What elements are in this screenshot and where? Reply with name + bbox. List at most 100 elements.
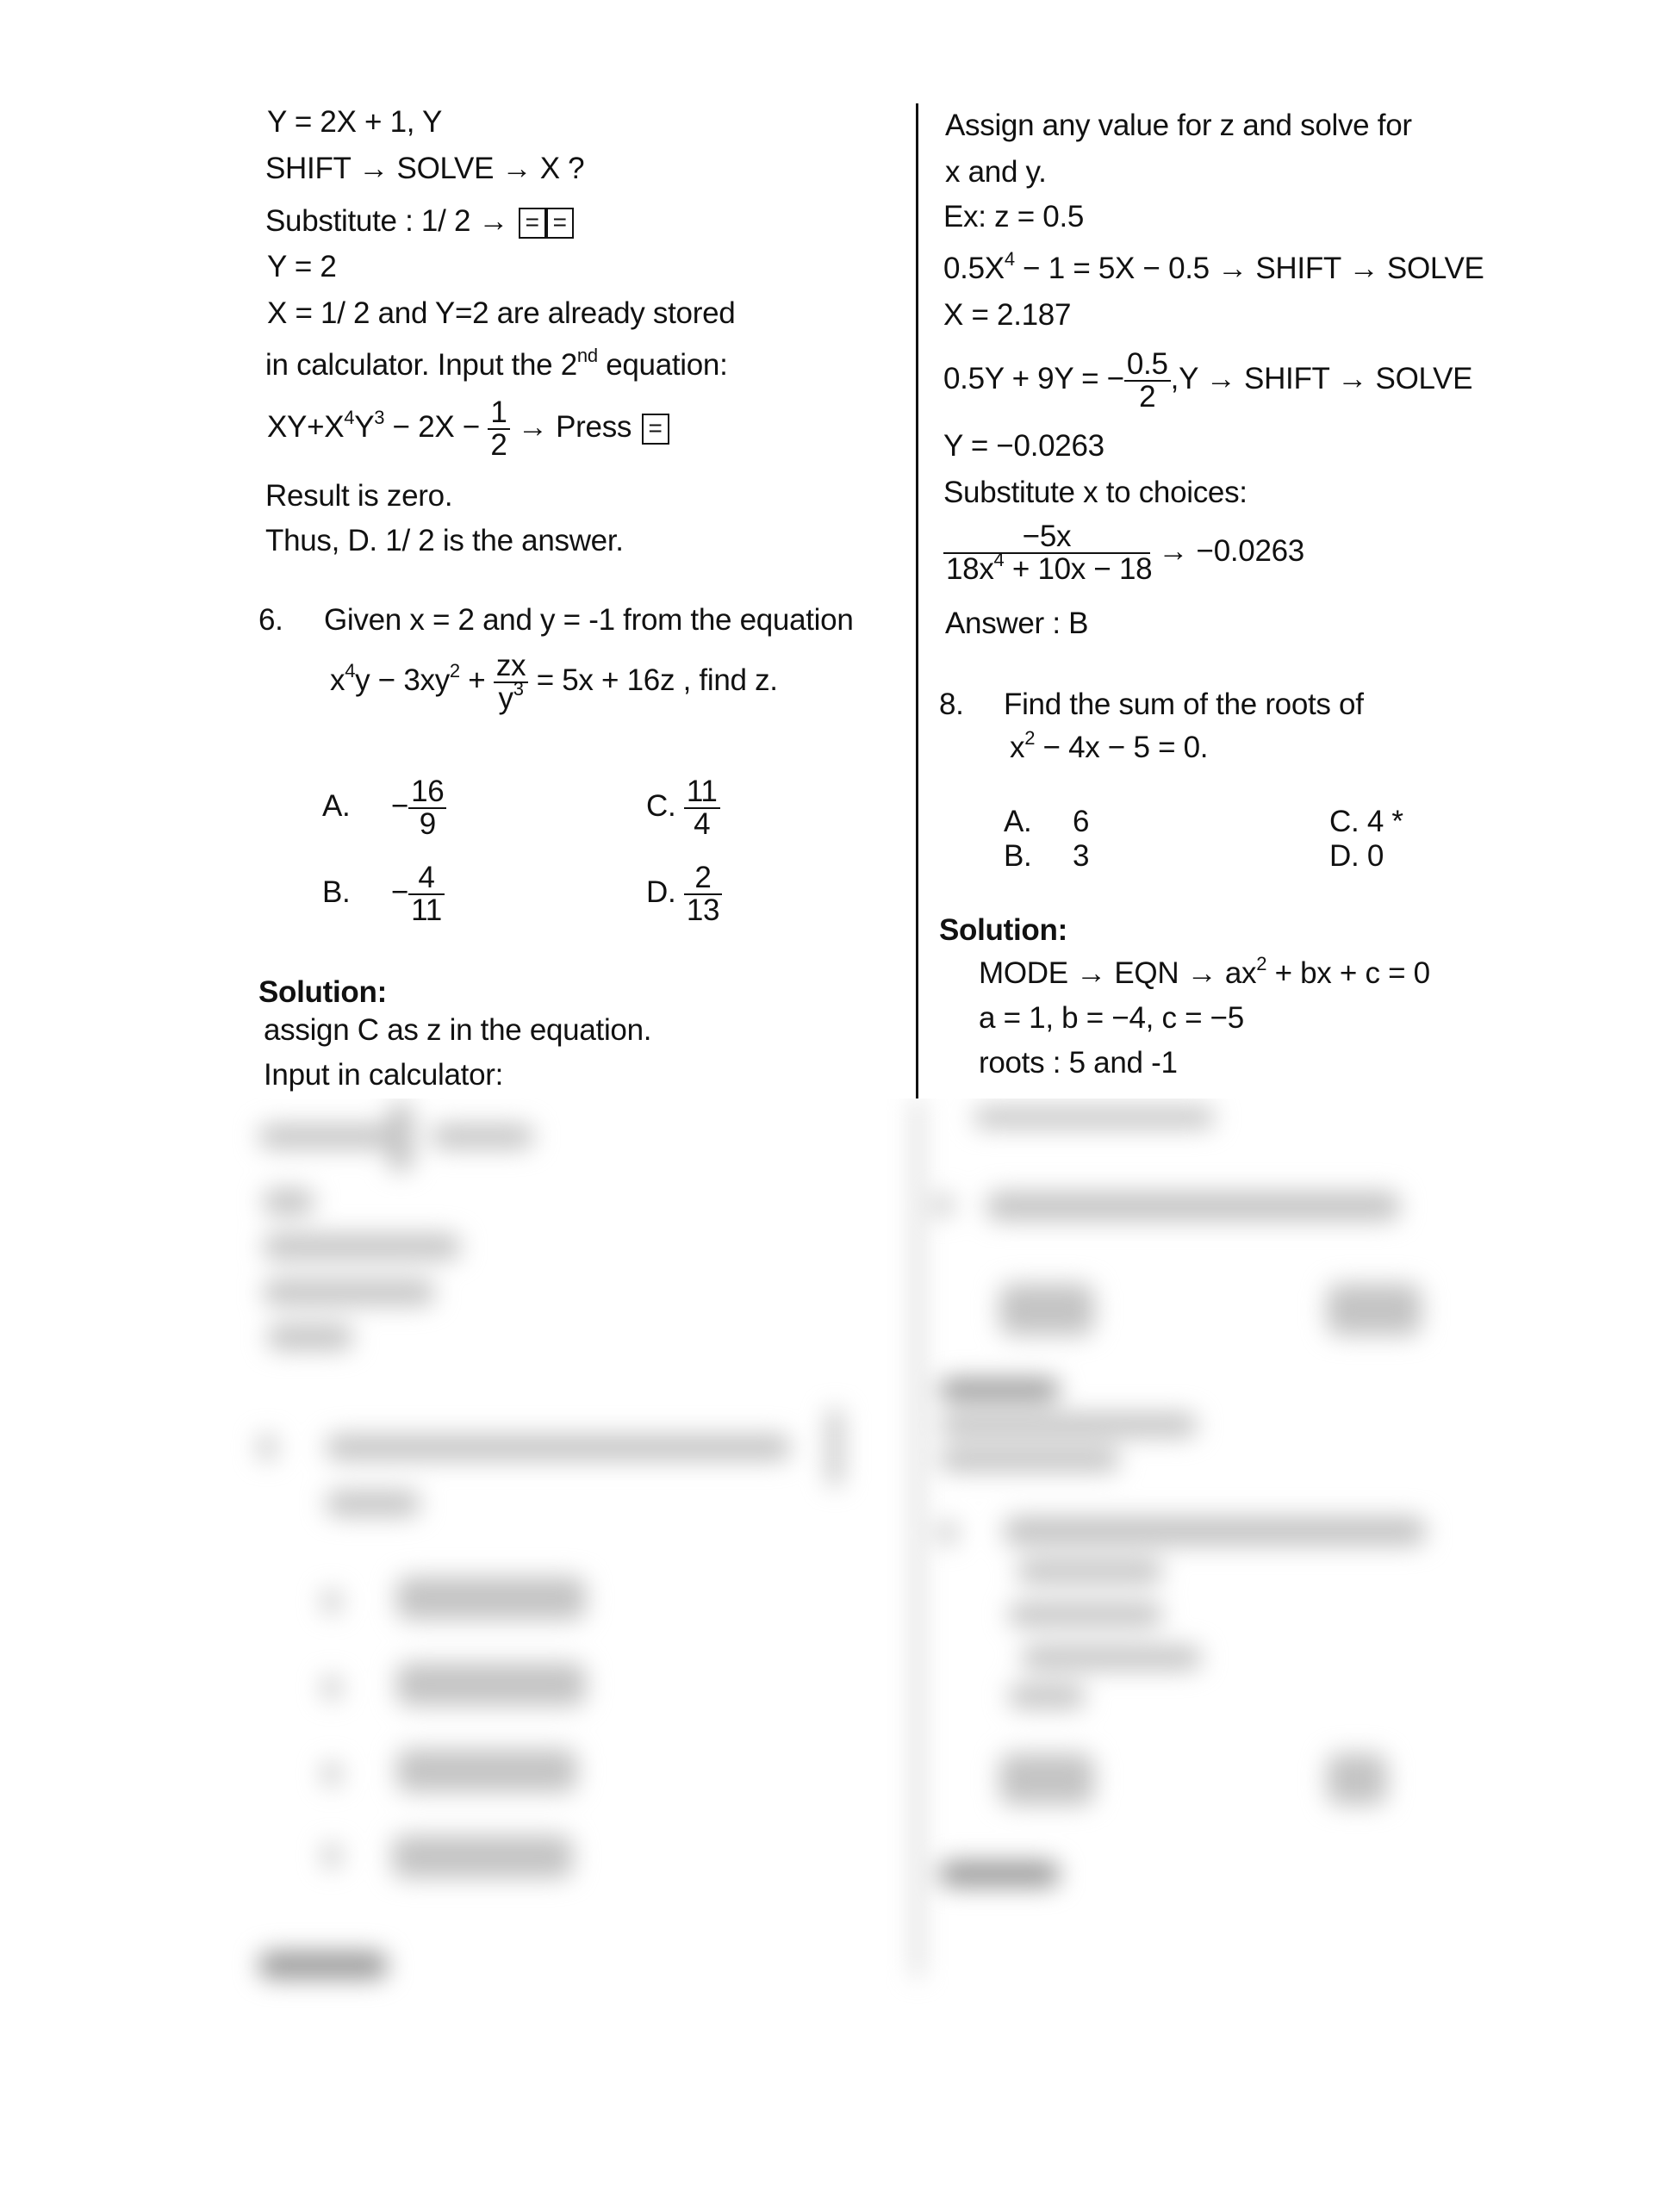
blurred-text (1008, 1684, 1086, 1708)
input-second-equation-line: in calculator. Input the 2nd equation: (265, 345, 728, 383)
fraction: 16 9 (408, 775, 447, 840)
denominator: 2 (488, 427, 510, 461)
equation-y-line: 0.5Y + 9Y = −0.5 2 ,Y → SHIFT → SOLVE (943, 346, 1472, 413)
superscript: nd (576, 345, 598, 367)
blurred-text (263, 1189, 314, 1215)
text: equation: (606, 348, 728, 382)
fraction: 12 (488, 395, 510, 461)
text: Substitute : 1/ 2 → (265, 204, 509, 238)
solution-line: roots : 5 and -1 (979, 1046, 1178, 1080)
eq-part: + bx + c = 0 (1266, 956, 1431, 990)
blurred-content (0, 1098, 1680, 2197)
den-part: 18x (946, 551, 994, 586)
blurred-text (267, 1324, 353, 1350)
equals-key-icon: = (518, 207, 546, 239)
eq-part: → −0.0263 (1158, 534, 1304, 568)
blurred-text (323, 1762, 340, 1786)
option-a[interactable]: A. −16 9 (322, 774, 447, 840)
numerator: 1 (490, 395, 507, 429)
eq-part: → Press (518, 410, 632, 444)
superscript: 4 (993, 549, 1005, 571)
option-label: B. (1004, 839, 1032, 873)
option-label: A. (322, 789, 351, 823)
eq-part: = 5x + 16z , find z. (536, 663, 778, 697)
blurred-text (263, 1234, 461, 1260)
second-equation: XY+X4Y3 − 2X − 12 → Press = (267, 395, 669, 461)
blurred-text (323, 1590, 340, 1614)
blurred-preview-overlay (0, 1098, 1680, 2197)
blurred-text (392, 1835, 573, 1878)
superscript: 4 (345, 660, 356, 682)
blurred-text (323, 1844, 340, 1868)
text: in calculator. Input the 2 (265, 348, 577, 382)
option-d[interactable]: D. 2 13 (646, 860, 723, 926)
option-c[interactable]: C. 11 4 (646, 774, 720, 840)
option-sign: − (391, 789, 409, 823)
blurred-text (999, 1284, 1094, 1335)
fraction: 2 13 (683, 860, 723, 926)
option-label: A. (1004, 805, 1032, 838)
solution-line: MODE → EQN → ax2 + bx + c = 0 (979, 955, 1431, 991)
option-label: D. (646, 875, 676, 909)
substitute-line: Substitute : 1/ 2 → = = (265, 204, 574, 239)
option-c[interactable]: C. 4 * (1329, 805, 1403, 839)
column-divider (916, 103, 918, 1098)
blurred-text (396, 1663, 586, 1706)
blurred-text (1017, 1559, 1163, 1584)
denominator: 4 (683, 806, 720, 840)
den-base: y (498, 681, 513, 715)
blurred-text (396, 1749, 577, 1792)
denominator: 13 (683, 893, 723, 926)
blurred-text (326, 1435, 791, 1460)
blurred-text (939, 1521, 956, 1545)
y-value: Y = −0.0263 (943, 429, 1104, 463)
option-label: C. (646, 789, 676, 823)
option-b[interactable]: B. −4 11 (322, 860, 445, 926)
numerator: 0.5 (1126, 346, 1168, 381)
blurred-text (396, 1577, 586, 1620)
option-a[interactable]: A. 6 (1004, 805, 1089, 839)
eq-part: − 1 = 5X − 0.5 → SHIFT → SOLVE (1014, 252, 1484, 285)
document-page: Y = 2X + 1, Y SHIFT → SOLVE → X ? Substi… (0, 0, 1680, 2197)
option-label: D. (1329, 839, 1360, 873)
eq-part: x (330, 663, 345, 697)
numerator: 4 (418, 860, 435, 894)
blurred-text (326, 1491, 420, 1516)
denominator: 18x4 + 10x − 18 (943, 549, 1153, 586)
option-b[interactable]: B. 3 (1004, 839, 1089, 874)
solution-heading: Solution: (939, 913, 1067, 947)
text-line: SHIFT → SOLVE → X ? (265, 152, 585, 185)
blurred-text (388, 1103, 414, 1172)
equals-key-icon: = (641, 413, 669, 445)
option-d[interactable]: D. 0 (1329, 839, 1384, 874)
eq-part: + (459, 663, 486, 697)
blurred-text (258, 1435, 276, 1460)
column-divider (913, 1098, 922, 1977)
fraction: 11 4 (683, 775, 720, 840)
blurred-text (1021, 1646, 1202, 1670)
question-text: Find the sum of the roots of (1004, 688, 1364, 721)
text-line: Y = 2 (267, 250, 337, 283)
question-text: Given x = 2 and y = -1 from the equation (324, 603, 854, 637)
blurred-text (935, 1193, 952, 1217)
eq-part: ,Y → SHIFT → SOLVE (1170, 362, 1473, 395)
text-line: Ex: z = 0.5 (943, 200, 1085, 233)
numerator: 2 (694, 860, 712, 894)
solution-line: assign C as z in the equation. (264, 1013, 652, 1047)
equals-key-icon: = (545, 207, 574, 239)
solution-line: Input in calculator: (264, 1058, 504, 1092)
option-value: 4 * (1366, 805, 1403, 838)
option-sign: − (391, 875, 409, 909)
blurred-text (986, 1192, 1400, 1221)
fraction: 4 11 (408, 862, 445, 926)
fraction: zx y3 (493, 650, 529, 715)
blurred-text (1327, 1753, 1387, 1805)
option-label: B. (322, 875, 351, 909)
superscript: 4 (1004, 248, 1015, 271)
option-value: 0 (1366, 839, 1384, 873)
eq-part: y − 3xy (355, 663, 450, 697)
option-value: 3 (1073, 839, 1090, 873)
solution-line: a = 1, b = −4, c = −5 (979, 1001, 1244, 1035)
superscript: 3 (374, 407, 385, 429)
denominator: 11 (408, 893, 445, 926)
